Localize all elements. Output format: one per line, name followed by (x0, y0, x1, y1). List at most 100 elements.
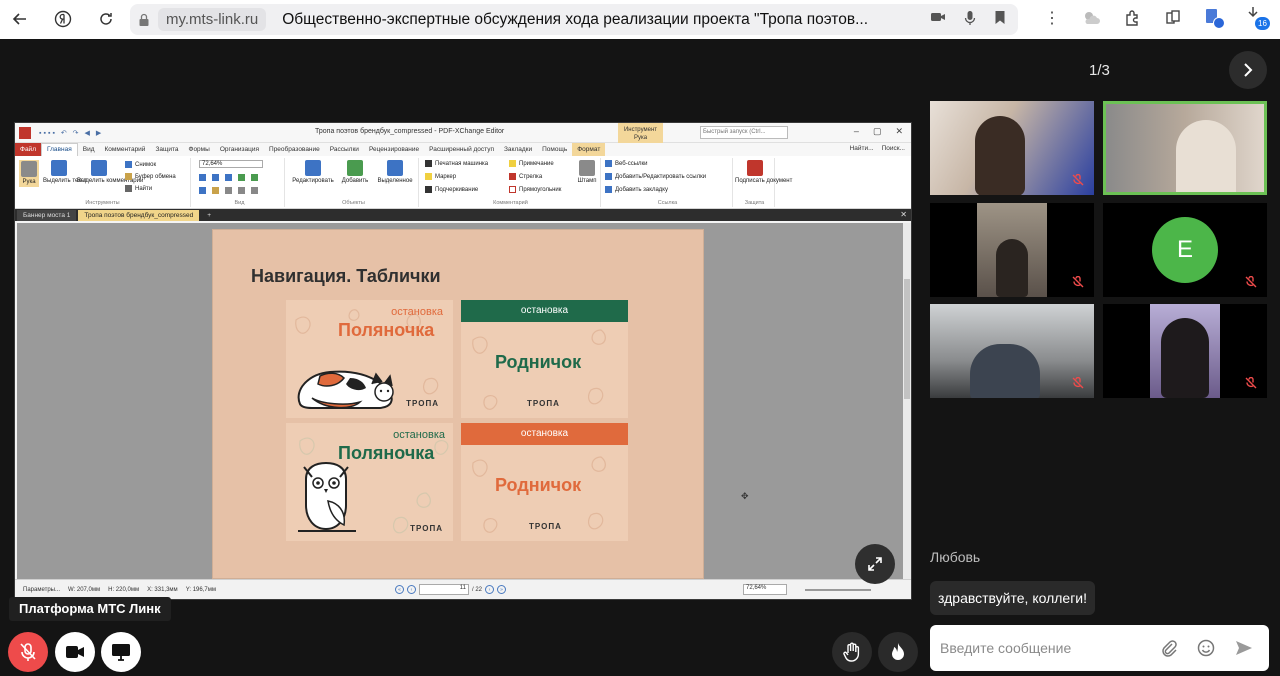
tab-review[interactable]: Рецензирование (364, 146, 424, 153)
downloads-button[interactable]: 16 (1246, 6, 1270, 30)
underline-button[interactable]: Подчеркивание (425, 186, 478, 193)
edit-button[interactable]: Редактировать (291, 160, 335, 185)
quick-search-input[interactable]: Быстрый запуск (Ctrl... (700, 126, 788, 139)
tab-format[interactable]: Формат (572, 143, 606, 156)
web-links-button[interactable]: Веб-ссылки (605, 160, 648, 167)
tab-bookmarks[interactable]: Закладки (499, 146, 537, 153)
close-icon[interactable]: ✕ (895, 126, 903, 137)
edit-links-button[interactable]: Добавить/Редактировать ссылки (605, 173, 706, 180)
bookmark-icon[interactable] (994, 10, 1006, 25)
tab-protect[interactable]: Защита (150, 146, 183, 153)
tab-view[interactable]: Вид (78, 146, 100, 153)
add-bookmark-button[interactable]: Добавить закладку (605, 186, 668, 193)
bookmark-icon[interactable] (199, 187, 206, 194)
stamp-button[interactable]: Штамп (575, 160, 599, 185)
chat-message-input[interactable] (940, 635, 1150, 661)
reactions-button[interactable] (878, 632, 918, 672)
platform-label: Платформа МТС Линк (9, 597, 171, 621)
find-tool-button[interactable]: Найти (125, 185, 152, 192)
tab-file[interactable]: Файл (15, 143, 41, 156)
arrow-button[interactable]: Стрелка (509, 173, 542, 180)
camera-icon[interactable] (930, 10, 946, 24)
add-button[interactable]: Добавить (337, 160, 373, 185)
weather-icon[interactable] (1082, 9, 1102, 27)
extensions-icon[interactable] (1124, 9, 1142, 27)
doc-tab-brandbook[interactable]: Тропа поэтов брендбук_compressed (78, 210, 200, 221)
participant-tile-active[interactable] (1103, 101, 1267, 195)
close-icon[interactable]: ✕ (900, 210, 907, 219)
emoji-button[interactable] (1196, 638, 1216, 658)
next-page-button[interactable] (1229, 51, 1267, 89)
screen-share-button[interactable] (101, 632, 141, 672)
zoom-slider[interactable] (805, 589, 871, 591)
participant-tile[interactable] (930, 304, 1094, 398)
note-button[interactable]: Примечание (509, 160, 554, 167)
selected-button[interactable]: Выделенное (375, 160, 415, 185)
tab-share[interactable]: Расширенный доступ (424, 146, 499, 153)
typewriter-button[interactable]: Печатная машинка (425, 160, 488, 167)
rotate-icon[interactable] (251, 174, 258, 181)
attach-button[interactable] (1159, 638, 1179, 658)
vertical-scrollbar[interactable] (903, 223, 911, 581)
parameters-button[interactable]: Параметры... (23, 587, 60, 593)
select-text-button[interactable]: Выделить текст (43, 160, 87, 185)
pdf-page: Навигация. Таблички остановка Поляночка … (212, 229, 704, 579)
hand-tool-button[interactable]: Рука (19, 160, 39, 187)
snapshot-button[interactable]: Снимок (125, 161, 156, 168)
search-button[interactable]: Поиск... (882, 145, 905, 152)
profile-extension[interactable] (1204, 8, 1225, 29)
zoom-select[interactable]: 72,64% (199, 160, 263, 168)
back-button[interactable] (5, 4, 35, 34)
tab-help[interactable]: Помощь (537, 146, 572, 153)
print-icon[interactable] (225, 187, 232, 194)
prev-page-icon[interactable]: ‹ (407, 585, 416, 594)
tab-organize[interactable]: Организация (215, 146, 264, 153)
scroll-thumb[interactable] (904, 279, 910, 399)
send-button[interactable] (1234, 638, 1254, 658)
last-page-icon[interactable]: » (497, 585, 507, 594)
collections-icon[interactable] (1164, 9, 1182, 27)
participant-tile[interactable] (930, 203, 1094, 297)
status-zoom-select[interactable]: 72,64% (743, 584, 787, 595)
select-comments-button[interactable]: Выделить комментарии (77, 160, 143, 185)
tab-home[interactable]: Главная (40, 143, 78, 156)
doc-tab-banner[interactable]: Баннер моста 1 (17, 210, 77, 221)
highlighter-button[interactable]: Маркер (425, 173, 456, 180)
next-page-icon[interactable]: › (485, 585, 495, 594)
sign-card: остановка Родничок ТРОПА (461, 423, 628, 541)
microphone-toggle-button[interactable] (8, 632, 48, 672)
raise-hand-button[interactable] (832, 632, 872, 672)
microphone-icon[interactable] (964, 10, 976, 26)
page-icon[interactable] (212, 174, 219, 181)
page-icon[interactable] (251, 187, 258, 194)
minimize-icon[interactable]: – (854, 126, 859, 137)
sign-document-button[interactable]: Подписать документ (735, 160, 792, 185)
maximize-icon[interactable]: ▢ (873, 126, 882, 137)
camera-toggle-button[interactable] (55, 632, 95, 672)
participant-tile[interactable] (930, 101, 1094, 195)
first-page-icon[interactable]: « (395, 585, 404, 594)
fullscreen-button[interactable] (855, 544, 895, 584)
find-button[interactable]: Найти... (850, 145, 874, 152)
participant-tile[interactable] (1103, 304, 1267, 398)
tab-comment[interactable]: Комментарий (100, 146, 151, 153)
more-menu-icon[interactable]: ⋮ (1044, 8, 1060, 28)
new-tab-icon[interactable]: + (201, 210, 217, 221)
note-icon[interactable] (212, 187, 219, 194)
tab-mailings[interactable]: Рассылки (325, 146, 364, 153)
tab-forms[interactable]: Формы (184, 146, 215, 153)
rectangle-button[interactable]: Прямоугольник (509, 186, 561, 193)
page-icon[interactable] (225, 174, 232, 181)
page-number-input[interactable]: 11 (419, 584, 469, 595)
rotate-icon[interactable] (238, 174, 245, 181)
clipboard-button[interactable]: Буфер обмена (125, 173, 176, 180)
yandex-button[interactable] (48, 4, 78, 34)
address-bar[interactable]: my.mts-link.ru Общественно-экспертные об… (130, 4, 1018, 35)
reload-button[interactable] (91, 4, 121, 34)
arrow-icon (509, 173, 516, 180)
participant-tile[interactable]: E (1103, 203, 1267, 297)
page-icon[interactable] (238, 187, 245, 194)
document-tabs: Баннер моста 1 Тропа поэтов брендбук_com… (15, 209, 911, 221)
tab-convert[interactable]: Преобразование (264, 146, 325, 153)
page-icon[interactable] (199, 174, 206, 181)
